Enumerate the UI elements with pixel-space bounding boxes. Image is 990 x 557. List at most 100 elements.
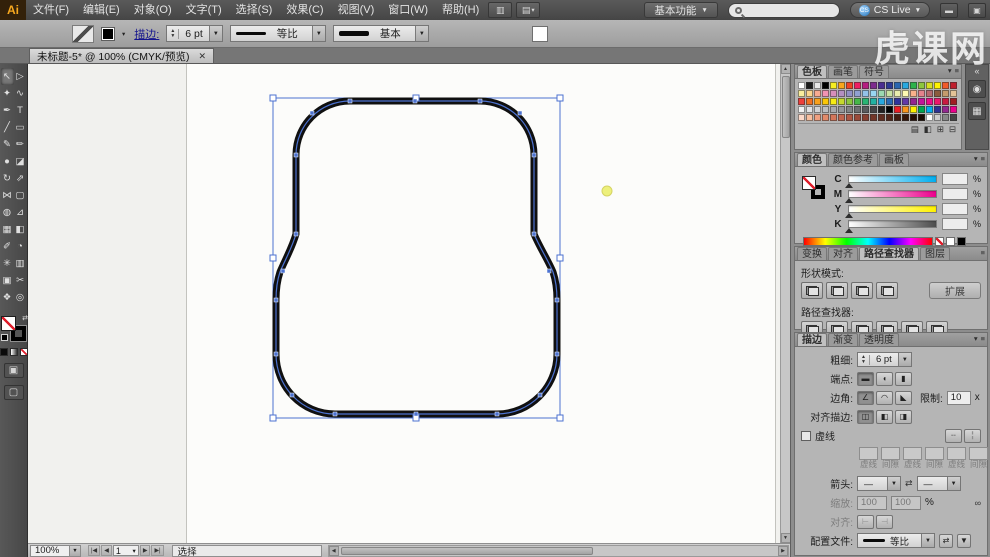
miter-join-button[interactable]: ∠ [857,391,874,405]
swatch[interactable] [918,90,925,97]
variable-width-profile-select[interactable]: 等比 ▼ [230,25,326,42]
align-stroke-outside-button[interactable]: ◨ [895,410,912,424]
horizontal-scrollbar[interactable]: ◀ ▶ [328,545,789,557]
swatch[interactable] [846,106,853,113]
channel-slider[interactable] [848,205,937,213]
swatch[interactable] [822,82,829,89]
mesh-tool[interactable]: ▦ [1,221,14,238]
line-segment-tool[interactable]: ╱ [1,119,14,136]
column-graph-tool[interactable]: ▥ [14,255,27,272]
swatch[interactable] [942,82,949,89]
arrow-end-align-button[interactable]: ⊣ [876,515,893,529]
swatch[interactable] [910,114,917,121]
swatch[interactable] [862,90,869,97]
selection-tool[interactable]: ↖ [1,68,14,85]
swatch[interactable] [862,82,869,89]
swatch[interactable] [798,106,805,113]
color-spectrum[interactable] [803,237,933,246]
horizontal-scroll-thumb[interactable] [341,547,594,555]
swatch[interactable] [814,82,821,89]
swatch[interactable] [822,106,829,113]
default-fill-stroke-icon[interactable] [1,334,8,341]
vertical-scroll-thumb[interactable] [782,76,790,138]
fill-color-swatch[interactable] [1,316,16,331]
collapse-dock-icon[interactable]: « [974,66,979,76]
stroke-panel-link[interactable]: 描边: [134,26,159,42]
swatch[interactable] [918,106,925,113]
swatch[interactable] [878,82,885,89]
swatch[interactable] [950,98,957,105]
chevron-down-icon[interactable]: ▼ [898,353,911,366]
chevron-down-icon[interactable]: ▼ [921,534,934,547]
panel-menu-icon[interactable]: ≡ [981,334,985,343]
symbol-sprayer-tool[interactable]: ✳ [1,255,14,272]
panel-menu-icon[interactable]: ≡ [981,248,985,257]
swatch[interactable] [838,114,845,121]
eyedropper-tool[interactable]: ✐ [1,238,14,255]
swatch[interactable] [798,90,805,97]
swatch[interactable] [950,82,957,89]
link-scales-icon[interactable]: ∞ [975,498,981,508]
circle-panel-icon[interactable]: ◉ [968,80,986,98]
swatch[interactable] [918,114,925,121]
drawing-mode-button[interactable]: ▣ [4,363,24,378]
swatch[interactable] [854,106,861,113]
canvas-area[interactable] [28,64,780,543]
panel-tab[interactable]: 图层 [920,247,950,260]
swatch[interactable] [854,98,861,105]
channel-value-field[interactable] [942,203,968,215]
zoom-select[interactable]: 100% ▼ [30,545,81,557]
rectangle-tool[interactable]: ▭ [14,119,27,136]
artboard-tool[interactable]: ▣ [1,272,14,289]
search-input[interactable] [747,5,833,16]
swatch[interactable] [814,90,821,97]
chevron-down-icon[interactable]: ▾ [974,334,978,343]
swatch[interactable] [934,98,941,105]
swatch[interactable] [926,98,933,105]
swatch[interactable] [886,82,893,89]
menu-item[interactable]: 效果(C) [279,0,330,20]
panel-tab[interactable]: 颜色 [797,153,827,166]
swatch[interactable] [894,98,901,105]
window-restore-icon[interactable]: ▣ [968,3,986,18]
chevron-down-icon[interactable]: ▾ [948,66,952,75]
swatch[interactable] [934,82,941,89]
align-dash-icon[interactable]: ╏ [964,429,981,443]
swatch[interactable] [926,106,933,113]
swatch[interactable] [870,106,877,113]
swatch[interactable] [846,90,853,97]
swatch[interactable] [902,82,909,89]
swap-fill-stroke-icon[interactable]: ⇄ [22,314,28,322]
intersect-button[interactable] [851,282,873,299]
swatch[interactable] [902,90,909,97]
chevron-down-icon[interactable]: ▾ [122,30,125,38]
direct-selection-tool[interactable]: ▷ [14,68,27,85]
scroll-right-icon[interactable]: ▶ [778,546,788,556]
previous-artboard-icon[interactable]: ◀ [101,545,112,556]
swatch[interactable] [822,114,829,121]
arrow-scale-start-field[interactable]: 100 [857,496,887,510]
swatch[interactable] [886,90,893,97]
free-transform-tool[interactable]: ▢ [14,187,27,204]
menu-item[interactable]: 文件(F) [26,0,76,20]
swatch[interactable] [934,90,941,97]
swatch[interactable] [894,114,901,121]
swatch[interactable] [846,98,853,105]
chevron-down-icon[interactable]: ▾ [974,154,978,163]
menu-item[interactable]: 窗口(W) [381,0,435,20]
swatch[interactable] [870,90,877,97]
menu-item[interactable]: 选择(S) [229,0,280,20]
chevron-down-icon[interactable]: ▼ [887,477,900,490]
pencil-tool[interactable]: ✏ [14,136,27,153]
slice-tool[interactable]: ✂ [14,272,27,289]
grid-panel-icon[interactable]: ▦ [968,102,986,120]
swatch[interactable] [830,98,837,105]
swap-arrowheads-icon[interactable]: ⇄ [905,478,913,489]
exclude-button[interactable] [876,282,898,299]
selected-path[interactable] [276,101,557,414]
flip-across-button[interactable]: ▼ [957,534,971,548]
gradient-mode-button[interactable] [10,348,18,356]
swatch[interactable] [902,98,909,105]
swatch[interactable] [854,82,861,89]
chevron-down-icon[interactable]: ▼ [415,26,428,41]
